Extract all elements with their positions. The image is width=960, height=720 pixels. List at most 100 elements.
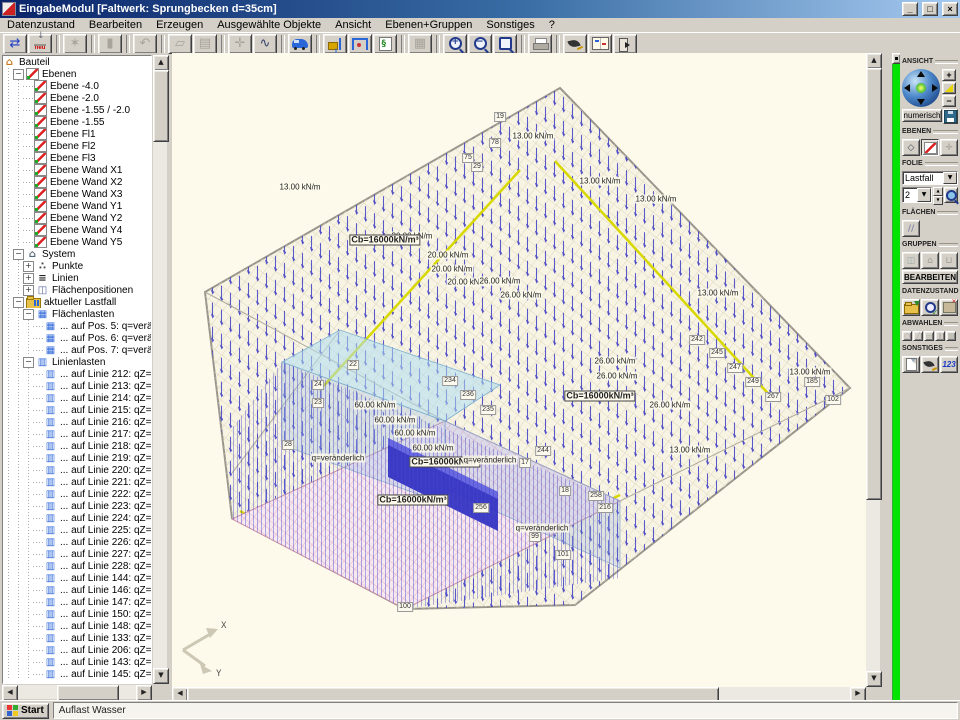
move-button[interactable]: ✛ [228,34,252,54]
daten-open-button[interactable] [902,299,920,316]
tree-item[interactable]: −▦Flächenlasten [3,308,151,320]
project-tree[interactable]: ⌂Bauteil−EbenenEbene -4.0Ebene -2.0Ebene… [2,55,152,684]
tree-item[interactable]: ▥... auf Linie 144: qZ=13.00 [3,572,151,584]
tree-item[interactable]: Ebene Fl3 [3,152,151,164]
folie-spinner[interactable]: ▲▼ [933,187,943,205]
model-viewport[interactable]: X Y 13.00 kN/m13.00 kN/m13.00 kN/m13.00 … [172,53,866,687]
menu-item[interactable]: Sonstiges [479,19,541,32]
task-button[interactable]: Auflast Wasser [53,702,958,719]
daten-check-button[interactable] [921,299,939,316]
rotate-up-icon[interactable] [917,71,925,77]
scroll-thumb[interactable] [153,70,169,142]
menu-item[interactable]: Ansicht [328,19,378,32]
maximize-button[interactable]: □ [922,2,938,16]
tree-item[interactable]: Ebene Wand Y5 [3,236,151,248]
line-button[interactable]: ∿ [253,34,277,54]
gruppen-select-button[interactable] [902,252,920,269]
tree-item[interactable]: ▥... auf Linie 213: qZ=20.00 [3,380,151,392]
scroll-up-icon[interactable]: ▲ [866,53,882,69]
tree-expander-icon[interactable]: + [23,261,34,272]
deselect-areas-button[interactable] [924,331,934,341]
tree-item[interactable]: ⌂Bauteil [3,56,151,68]
tree-expander-icon[interactable]: + [23,273,34,284]
scroll-down-icon[interactable]: ▼ [153,668,169,684]
zoom-out-button[interactable] [468,34,492,54]
tree-item[interactable]: Ebene Wand Y2 [3,212,151,224]
deselect-points-button[interactable] [902,331,912,341]
view-perspective-button[interactable] [942,82,956,94]
tree-expander-icon[interactable]: − [13,297,24,308]
zoom-in-button[interactable] [443,34,467,54]
tree-item[interactable]: Ebene Wand X1 [3,164,151,176]
zoom-window-button[interactable] [493,34,517,54]
render-pen-button[interactable] [921,356,939,373]
tree-item[interactable]: ▥... auf Linie 226: qZ=26.00 [3,536,151,548]
tree-item[interactable]: Ebene -2.0 [3,92,151,104]
print-button[interactable] [528,34,552,54]
rotate-left-icon[interactable] [904,84,910,92]
scroll-left-icon[interactable]: ◀ [2,685,18,701]
tree-item[interactable]: +◫Flächenpositionen [3,284,151,296]
tree-item[interactable]: −▥Linienlasten [3,356,151,368]
tree-item[interactable]: Ebene -1.55 [3,116,151,128]
tree-item[interactable]: ▥... auf Linie 148: qZ=13.00 [3,620,151,632]
gruppen-home-button[interactable] [921,252,939,269]
canvas-horizontal-scrollbar[interactable]: ◀ ▶ [172,687,866,700]
canvas-vertical-scrollbar[interactable]: ▲ ▼ [866,53,880,687]
tree-item[interactable]: Ebene Fl1 [3,128,151,140]
exit-button[interactable] [613,34,637,54]
folie-search-button[interactable] [944,187,958,203]
tree-item[interactable]: +≡Linien [3,272,151,284]
tree-item[interactable]: ▥... auf Linie 219: qZ=26.00 [3,452,151,464]
tree-vertical-scrollbar[interactable]: ▲ ▼ [153,55,167,684]
menu-item[interactable]: ? [542,19,562,32]
tree-item[interactable]: Ebene -1.55 / -2.0 [3,104,151,116]
scroll-right-icon[interactable]: ▶ [136,685,152,701]
tree-item[interactable]: ▦... auf Pos. 7: q=veränderli [3,344,151,356]
ebene-move-button[interactable] [940,139,958,156]
delete-button[interactable]: ▮ [98,34,122,54]
beam-button[interactable]: ▤ [193,34,217,54]
bearbeiten-button[interactable]: BEARBEITEN [902,270,958,284]
coil-button[interactable] [373,34,397,54]
tree-horizontal-scrollbar[interactable]: ◀ ▶ [2,685,152,699]
minimize-button[interactable]: _ [902,2,918,16]
tree-item[interactable]: ▥... auf Linie 206: qZ=13.00 [3,644,151,656]
numbering-button[interactable]: 123 [940,356,958,373]
rotate-right-icon[interactable] [932,84,938,92]
menu-item[interactable]: Bearbeiten [82,19,149,32]
folie-type-select[interactable]: Lastfall [902,171,958,185]
rotate-down-icon[interactable] [917,99,925,105]
scroll-thumb[interactable] [866,68,882,500]
tree-item[interactable]: ▥... auf Linie 224: qZ=26.00 [3,512,151,524]
tree-item[interactable]: ▥... auf Linie 218: qZ=20.00 [3,440,151,452]
exchange-button[interactable]: ⇄ [3,34,27,54]
scroll-thumb[interactable] [57,685,119,701]
grid-button[interactable]: ▦ [408,34,432,54]
flaechen-hatch-button[interactable] [902,220,920,237]
tree-expander-icon[interactable]: + [23,285,34,296]
start-button[interactable]: Start [2,703,49,719]
view-zoom-in-button[interactable]: + [942,69,956,81]
tree-item[interactable]: ▥... auf Linie 217: qZ=20.00 [3,428,151,440]
tree-item[interactable]: ▥... auf Linie 212: qZ=20.00 [3,368,151,380]
tree-item[interactable]: +∴Punkte [3,260,151,272]
close-button[interactable]: × [942,2,958,16]
undo-button[interactable]: ↶ [133,34,157,54]
tree-item[interactable]: ▥... auf Linie 150: qZ=13.00 [3,608,151,620]
protocol-button[interactable] [902,356,920,373]
tree-item[interactable]: ▥... auf Linie 133: qZ=13.00 [3,632,151,644]
tree-item[interactable]: ▥... auf Linie 225: qZ=26.00 [3,524,151,536]
gruppen-section-button[interactable] [940,252,958,269]
tree-expander-icon[interactable]: − [23,357,34,368]
tree-item[interactable]: Ebene Fl2 [3,140,151,152]
tree-item[interactable]: −aktueller Lastfall [3,296,151,308]
tree-item[interactable]: ▥... auf Linie 147: qZ=13.00 [3,596,151,608]
daten-delete-button[interactable] [940,299,958,316]
forklift-button[interactable] [323,34,347,54]
car-button[interactable] [288,34,312,54]
lamp-button[interactable]: ✶ [63,34,87,54]
tree-item[interactable]: ▥... auf Linie 228: qZ=26.00 [3,560,151,572]
tree-item[interactable]: ▥... auf Linie 221: qZ=26.00 [3,476,151,488]
tree-item[interactable]: −⌂System [3,248,151,260]
